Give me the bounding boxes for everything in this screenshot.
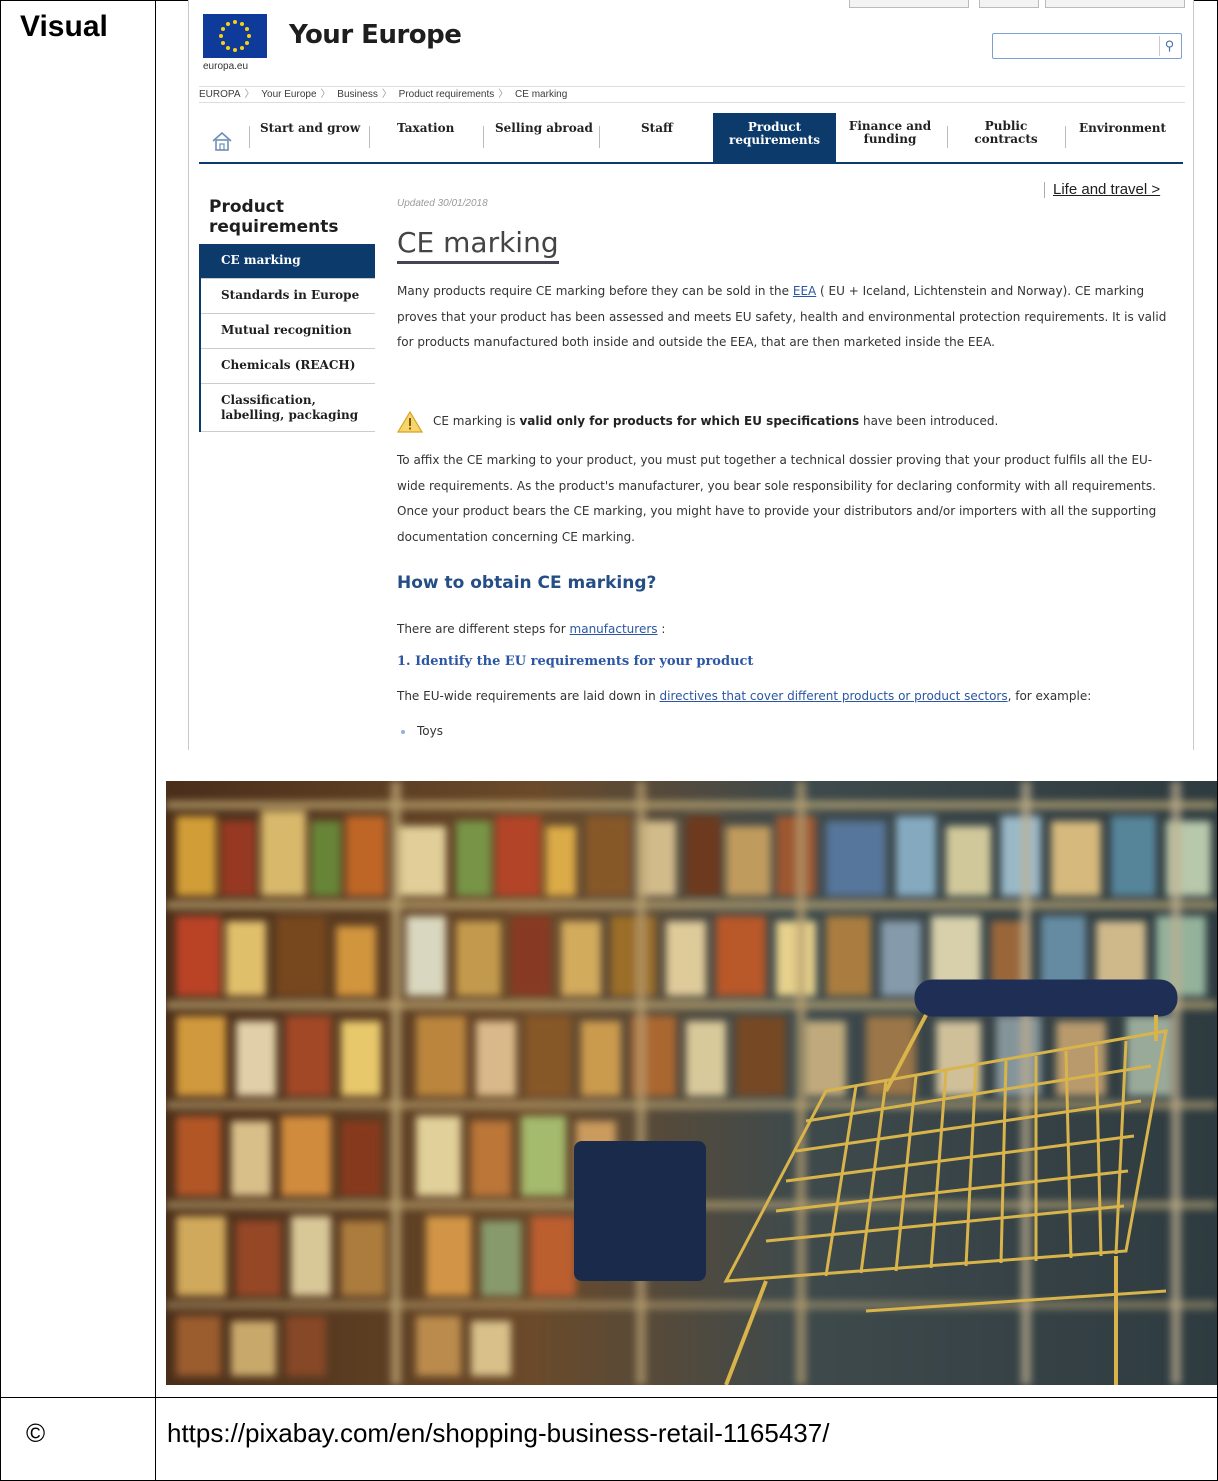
nav-product-requirements[interactable]: Product requirements <box>713 113 836 164</box>
breadcrumb-item[interactable]: Business <box>337 89 378 100</box>
eu-star-icon <box>247 34 251 38</box>
breadcrumb-item[interactable]: EUROPA <box>199 89 241 100</box>
sidebar-menu: CE marking Standards in Europe Mutual re… <box>199 244 375 432</box>
steps-intro: There are different steps for manufactur… <box>397 622 666 636</box>
page-title: CE marking <box>397 226 559 264</box>
eu-star-icon <box>240 21 244 26</box>
sidebar-item-mutual-recognition[interactable]: Mutual recognition <box>201 314 375 349</box>
section-heading: How to obtain CE marking? <box>397 573 657 593</box>
breadcrumb-item[interactable]: Product requirements <box>399 89 495 100</box>
eu-star-icon <box>245 27 250 31</box>
breadcrumb: EUROPA 〉 Your Europe 〉 Business 〉 Product r… <box>199 86 1185 103</box>
list-item: Toys <box>401 724 443 738</box>
eu-star-icon <box>220 41 225 45</box>
shopping-cart-in-supermarket-image <box>166 781 1217 1385</box>
row-label-visual: Visual <box>20 10 108 43</box>
nav-environment[interactable]: Environment <box>1079 122 1166 135</box>
nav-start-and-grow[interactable]: Start and grow <box>260 122 360 135</box>
eu-star-icon <box>226 21 230 26</box>
step-heading: 1. Identify the EU requirements for your… <box>397 654 754 669</box>
eu-star-icon <box>220 27 225 31</box>
eu-star-icon <box>219 34 223 38</box>
intro-paragraph: Many products require CE marking before … <box>397 284 1167 349</box>
site-title[interactable]: Your Europe <box>289 20 462 50</box>
website-screenshot: europa.eu Your Europe ⚲ EUROPA 〉 Your Eur… <box>188 0 1194 750</box>
home-icon[interactable] <box>211 130 233 152</box>
table-column-divider <box>155 0 156 1481</box>
dossier-paragraph: To affix the CE marking to your product,… <box>397 453 1157 544</box>
eu-star-icon <box>226 46 230 51</box>
step1-text: The EU-wide requirements are laid down i… <box>397 689 1092 703</box>
shopping-cart-photo <box>166 781 1217 1385</box>
sidebar-item-ce-marking[interactable]: CE marking <box>201 244 375 279</box>
nav-finance-and-funding[interactable]: Finance and funding <box>845 120 935 146</box>
eu-star-icon <box>245 41 250 45</box>
updated-date: Updated 30/01/2018 <box>397 198 488 209</box>
life-and-travel-link[interactable]: Life and travel > <box>1044 181 1160 199</box>
nav-staff[interactable]: Staff <box>641 122 673 135</box>
search-input[interactable]: ⚲ <box>992 33 1182 59</box>
manufacturers-link[interactable]: manufacturers <box>570 622 658 636</box>
nav-selling-abroad[interactable]: Selling abroad <box>495 122 593 135</box>
directives-link[interactable]: directives that cover different products… <box>660 689 1008 703</box>
warning-icon <box>397 410 423 433</box>
eea-link[interactable]: EEA <box>793 284 816 298</box>
eu-star-icon <box>233 48 237 52</box>
copyright-symbol: © <box>26 1418 46 1448</box>
eu-flag-logo[interactable] <box>203 14 267 58</box>
nav-public-contracts[interactable]: Public contracts <box>961 120 1051 146</box>
nav-taxation[interactable]: Taxation <box>397 122 454 135</box>
sidebar-item-standards[interactable]: Standards in Europe <box>201 279 375 314</box>
breadcrumb-item: CE marking <box>515 89 568 100</box>
sidebar-item-chemicals[interactable]: Chemicals (REACH) <box>201 349 375 384</box>
table-row-divider <box>0 1397 1218 1398</box>
main-nav: Start and grow Taxation Selling abroad S… <box>199 110 1183 164</box>
eu-star-icon <box>240 46 244 51</box>
sidebar-title: Product requirements <box>209 197 339 237</box>
sidebar-item-classification[interactable]: Classification, labelling, packaging <box>201 384 375 432</box>
breadcrumb-item[interactable]: Your Europe <box>261 89 316 100</box>
logo-caption: europa.eu <box>203 61 249 72</box>
image-credit-url: https://pixabay.com/en/shopping-business… <box>167 1418 830 1448</box>
search-icon[interactable]: ⚲ <box>1159 36 1179 56</box>
top-utility-bar <box>189 0 1193 10</box>
eu-star-icon <box>233 20 237 24</box>
